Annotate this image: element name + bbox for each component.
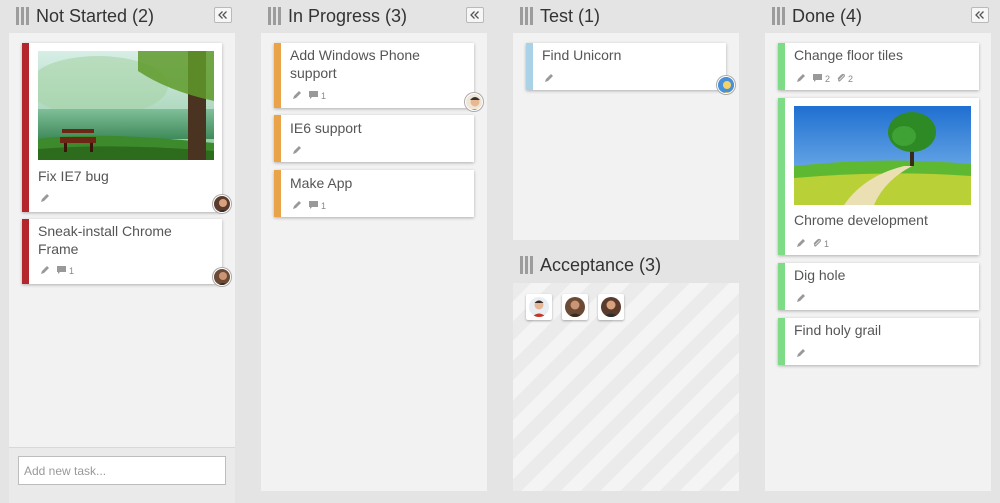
task-card[interactable]: Find holy grail bbox=[778, 318, 979, 365]
attachment-icon bbox=[836, 73, 846, 85]
column-header-acceptance[interactable]: Acceptance (3) bbox=[520, 249, 661, 281]
avatar-icon bbox=[529, 297, 549, 317]
card-title: IE6 support bbox=[290, 120, 362, 136]
column-header-done[interactable]: Done (4) bbox=[772, 0, 862, 32]
column-title: Acceptance (3) bbox=[540, 254, 662, 275]
column-grip-icon[interactable] bbox=[16, 7, 29, 25]
column-grip-icon[interactable] bbox=[268, 7, 281, 25]
comment-count: 1 bbox=[56, 265, 74, 277]
card-title: Make App bbox=[290, 175, 353, 191]
add-task-input[interactable] bbox=[18, 456, 226, 485]
pencil-icon[interactable] bbox=[40, 193, 50, 205]
card-title: Find Unicorn bbox=[542, 47, 622, 63]
task-card[interactable]: Add Windows Phone support 1 bbox=[274, 43, 483, 111]
add-task-area bbox=[9, 447, 235, 503]
task-card[interactable]: Change floor tiles 2 2 bbox=[778, 43, 979, 90]
comment-count: 1 bbox=[308, 200, 326, 212]
column-header-test[interactable]: Test (1) bbox=[520, 0, 600, 32]
pencil-icon[interactable] bbox=[40, 265, 50, 277]
pencil-icon[interactable] bbox=[796, 348, 806, 360]
card-title: Fix IE7 bug bbox=[38, 168, 109, 184]
avatar-icon[interactable] bbox=[213, 195, 231, 213]
avatar-icon[interactable] bbox=[465, 93, 483, 111]
card-meta bbox=[40, 193, 50, 205]
column-grip-icon[interactable] bbox=[520, 7, 533, 25]
card-image bbox=[38, 51, 214, 160]
column-header-in-progress[interactable]: In Progress (3) bbox=[268, 0, 407, 32]
card-title: Add Windows Phone support bbox=[290, 47, 420, 81]
card-meta: 2 2 bbox=[796, 73, 853, 85]
card-meta: 1 bbox=[292, 90, 326, 102]
column-title: Test (1) bbox=[540, 5, 601, 26]
comment-icon bbox=[308, 90, 319, 102]
card-image bbox=[794, 106, 971, 205]
pencil-icon[interactable] bbox=[796, 238, 806, 250]
avatar-icon[interactable] bbox=[717, 76, 735, 94]
avatar-icon bbox=[601, 297, 621, 317]
avatar-tile[interactable] bbox=[598, 294, 624, 320]
card-meta: 1 bbox=[796, 238, 829, 250]
pencil-icon[interactable] bbox=[544, 73, 554, 85]
task-card[interactable]: Sneak-install Chrome Frame 1 bbox=[22, 219, 231, 286]
pencil-icon[interactable] bbox=[796, 73, 806, 85]
collapse-icon[interactable] bbox=[214, 7, 232, 23]
comment-count: 2 bbox=[812, 73, 830, 85]
pencil-icon[interactable] bbox=[292, 90, 302, 102]
pencil-icon[interactable] bbox=[292, 145, 302, 157]
column-title: Done (4) bbox=[792, 5, 863, 26]
attachment-count: 2 bbox=[836, 73, 853, 85]
task-card[interactable]: IE6 support bbox=[274, 115, 474, 162]
avatar-tile[interactable] bbox=[526, 294, 552, 320]
pencil-icon[interactable] bbox=[796, 293, 806, 305]
card-title: Dig hole bbox=[794, 267, 846, 283]
card-meta bbox=[292, 145, 302, 157]
task-card[interactable]: Find Unicorn bbox=[526, 43, 735, 94]
comment-count: 1 bbox=[308, 90, 326, 102]
card-title: Chrome development bbox=[794, 212, 928, 228]
avatar-icon bbox=[565, 297, 585, 317]
comment-icon bbox=[812, 73, 823, 85]
column-grip-icon[interactable] bbox=[772, 7, 785, 25]
comment-icon bbox=[56, 265, 67, 277]
column-title: In Progress (3) bbox=[288, 5, 408, 26]
card-title: Change floor tiles bbox=[794, 47, 903, 63]
column-grip-icon[interactable] bbox=[520, 256, 533, 274]
attachment-count: 1 bbox=[812, 238, 829, 250]
card-title: Sneak-install Chrome Frame bbox=[38, 223, 172, 257]
attachment-icon bbox=[812, 238, 822, 250]
pencil-icon[interactable] bbox=[292, 200, 302, 212]
column-title: Not Started (2) bbox=[36, 5, 155, 26]
column-header-not-started[interactable]: Not Started (2) bbox=[16, 0, 154, 32]
collapse-icon[interactable] bbox=[971, 7, 989, 23]
task-card[interactable]: Dig hole bbox=[778, 263, 979, 310]
card-meta: 1 bbox=[292, 200, 326, 212]
card-meta bbox=[544, 73, 554, 85]
avatar-icon[interactable] bbox=[213, 268, 231, 286]
card-meta bbox=[796, 348, 806, 360]
collapse-icon[interactable] bbox=[466, 7, 484, 23]
task-card[interactable]: Fix IE7 bug bbox=[22, 43, 231, 213]
avatar-tile[interactable] bbox=[562, 294, 588, 320]
task-card[interactable]: Chrome development 1 bbox=[778, 98, 979, 255]
card-meta bbox=[796, 293, 806, 305]
comment-icon bbox=[308, 200, 319, 212]
card-meta: 1 bbox=[40, 265, 74, 277]
task-card[interactable]: Make App 1 bbox=[274, 170, 474, 217]
card-title: Find holy grail bbox=[794, 322, 882, 338]
